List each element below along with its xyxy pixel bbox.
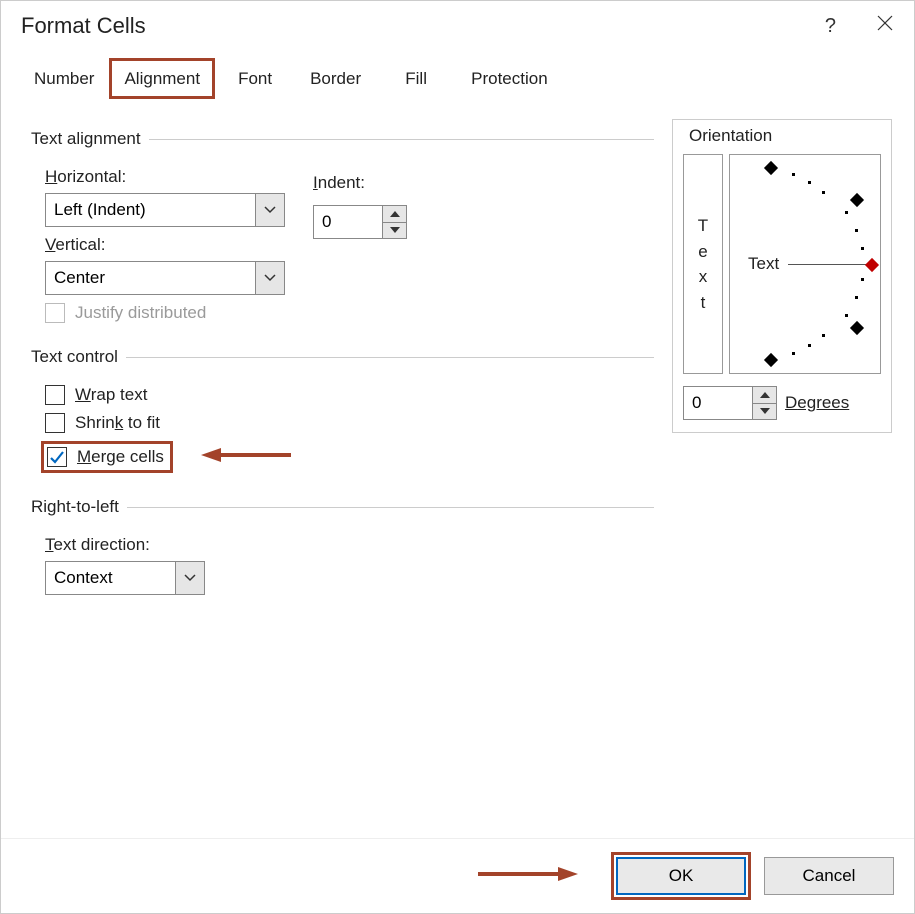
combo-text-direction-input[interactable]	[45, 561, 175, 595]
label-vertical: Vertical:	[45, 235, 285, 255]
spin-down-icon[interactable]	[753, 403, 777, 421]
chevron-down-icon[interactable]	[255, 193, 285, 227]
group-text-control: Text control Wrap text Shrink to fit Mer…	[29, 347, 654, 481]
spin-indent-input[interactable]	[313, 205, 383, 239]
checkbox-shrink-to-fit[interactable]: Shrink to fit	[45, 413, 654, 433]
combo-horizontal-input[interactable]	[45, 193, 255, 227]
diamond-icon	[764, 353, 778, 367]
diamond-icon	[850, 193, 864, 207]
tabstrip: Number Alignment Font Border Fill Protec…	[1, 57, 914, 98]
annotation-arrow-icon	[201, 445, 291, 470]
checkbox-merge-cells-row: Merge cells	[41, 441, 654, 473]
spin-up-icon[interactable]	[753, 386, 777, 403]
label-shrink-to-fit: Shrink to fit	[75, 413, 160, 433]
chevron-down-icon[interactable]	[255, 261, 285, 295]
titlebar-buttons: ?	[825, 14, 894, 38]
group-label-orientation: Orientation	[683, 126, 778, 146]
dialog-title: Format Cells	[21, 13, 146, 39]
group-text-alignment: Text alignment Horizontal:	[29, 129, 654, 331]
group-orientation: Orientation T e x t Text	[672, 119, 892, 433]
label-justify-distributed: Justify distributed	[75, 303, 206, 323]
spin-down-icon[interactable]	[383, 222, 407, 240]
group-label-rtl: Right-to-left	[29, 497, 127, 517]
checkbox-icon	[45, 303, 65, 323]
help-icon[interactable]: ?	[825, 15, 836, 38]
titlebar: Format Cells ?	[1, 1, 914, 55]
spin-indent[interactable]	[313, 205, 407, 239]
combo-horizontal[interactable]	[45, 193, 285, 227]
diamond-icon	[764, 161, 778, 175]
combo-vertical[interactable]	[45, 261, 285, 295]
vertical-text-label: T e x t	[698, 213, 708, 315]
checkbox-merge-cells[interactable]: Merge cells	[41, 441, 173, 473]
tab-border[interactable]: Border	[295, 58, 376, 99]
tab-font[interactable]: Font	[215, 58, 295, 99]
close-icon[interactable]	[876, 14, 894, 38]
chevron-down-icon[interactable]	[175, 561, 205, 595]
tab-fill[interactable]: Fill	[376, 58, 456, 99]
checkbox-icon[interactable]	[45, 385, 65, 405]
checkbox-icon[interactable]	[45, 413, 65, 433]
tab-alignment[interactable]: Alignment	[109, 58, 215, 99]
label-horizontal: Horizontal:	[45, 167, 285, 187]
ok-button[interactable]: OK	[616, 857, 746, 895]
tab-protection[interactable]: Protection	[456, 58, 563, 99]
combo-vertical-input[interactable]	[45, 261, 255, 295]
diamond-icon	[850, 321, 864, 335]
checkbox-icon[interactable]	[47, 447, 67, 467]
orientation-dial-label: Text	[748, 254, 779, 274]
label-indent: Indent:	[313, 173, 407, 193]
group-label-text-alignment: Text alignment	[29, 129, 149, 149]
orientation-handle-icon[interactable]	[865, 258, 879, 272]
group-right-to-left: Right-to-left Text direction:	[29, 497, 654, 595]
dialog-body: Text alignment Horizontal:	[1, 99, 914, 838]
combo-text-direction[interactable]	[45, 561, 205, 595]
tab-number[interactable]: Number	[19, 58, 109, 99]
label-wrap-text: Wrap text	[75, 385, 147, 405]
group-label-text-control: Text control	[29, 347, 126, 367]
label-merge-cells: Merge cells	[77, 447, 164, 467]
format-cells-dialog: Format Cells ? Number Alignment Font Bor…	[0, 0, 915, 914]
spin-degrees[interactable]	[683, 386, 777, 420]
checkbox-justify-distributed: Justify distributed	[45, 303, 654, 323]
label-text-direction: Text direction:	[45, 535, 654, 555]
checkbox-wrap-text[interactable]: Wrap text	[45, 385, 654, 405]
cancel-button[interactable]: Cancel	[764, 857, 894, 895]
orientation-vertical-text[interactable]: T e x t	[683, 154, 723, 374]
annotation-arrow-icon	[478, 864, 578, 889]
spin-degrees-input[interactable]	[683, 386, 753, 420]
orientation-dial-line	[788, 264, 868, 265]
orientation-dial[interactable]: Text	[729, 154, 881, 374]
dialog-footer: OK Cancel	[1, 838, 914, 913]
label-degrees: Degrees	[785, 393, 849, 413]
spin-up-icon[interactable]	[383, 205, 407, 222]
